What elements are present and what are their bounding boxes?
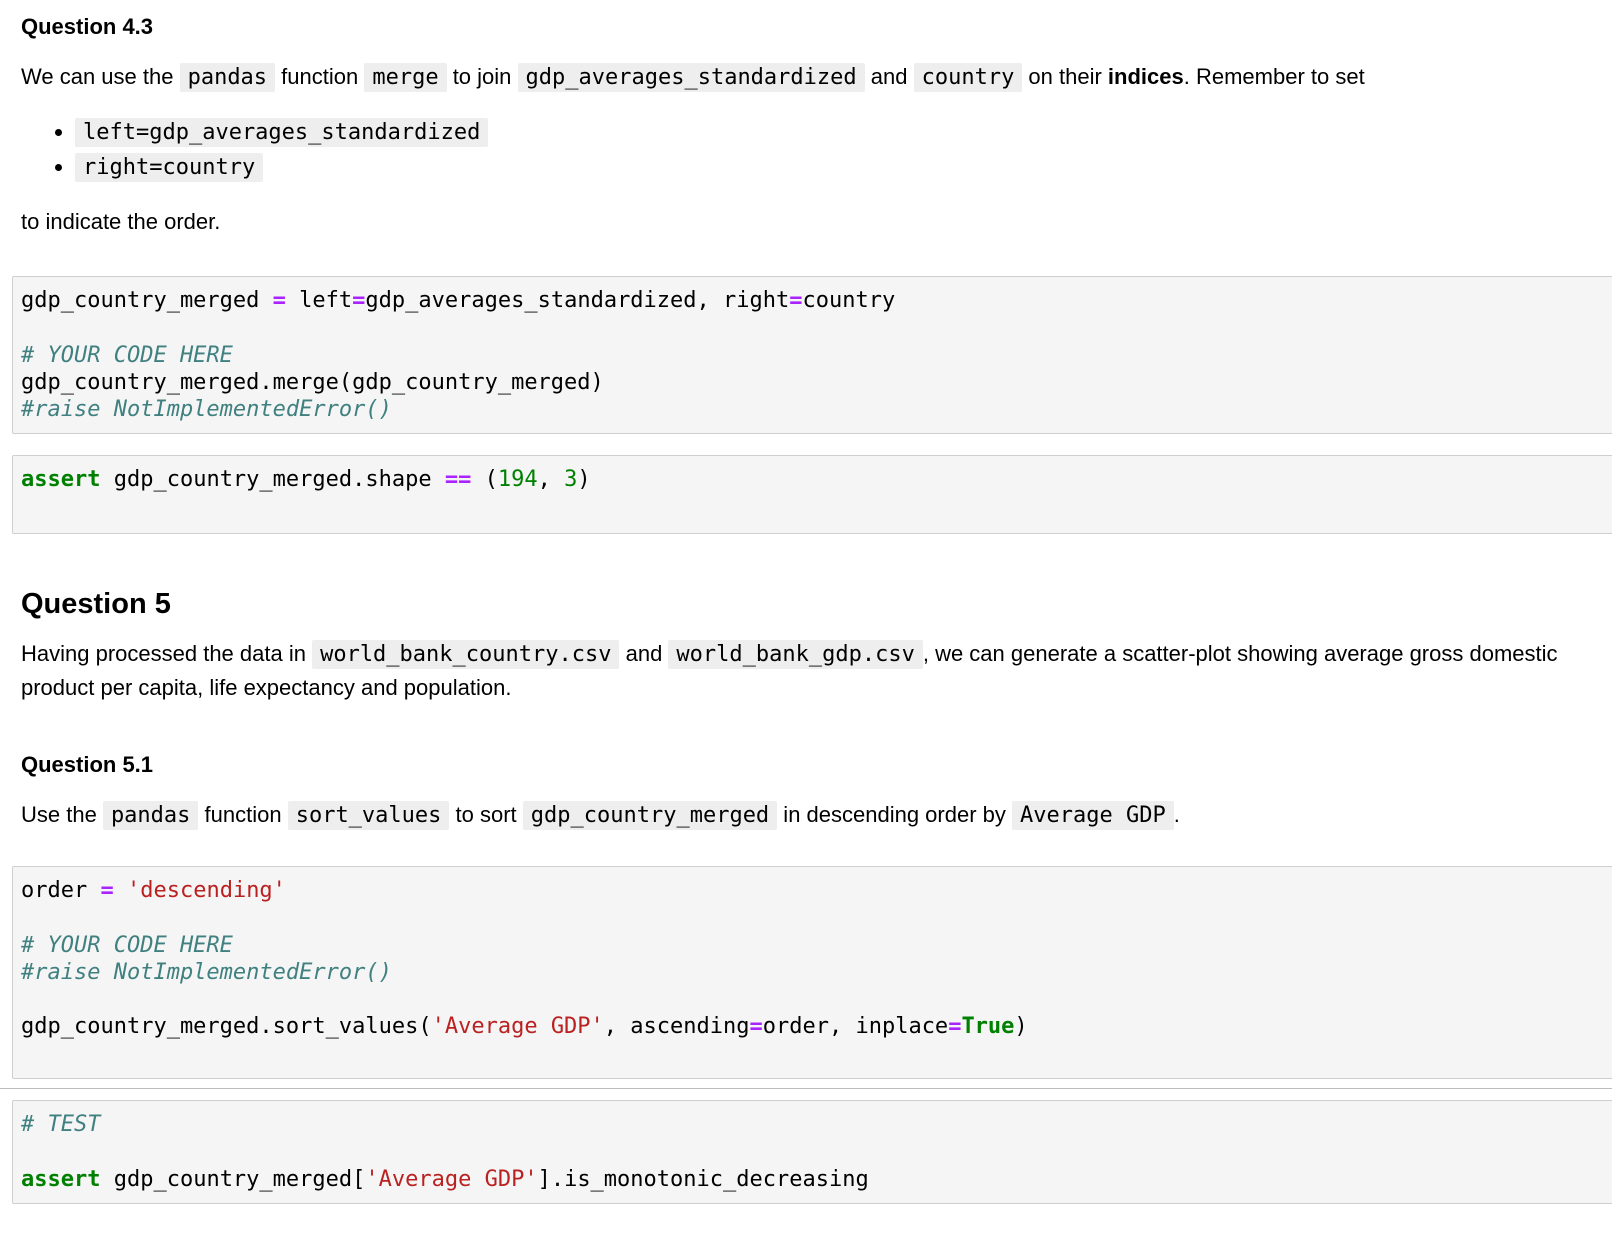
code-token: , — [537, 467, 565, 492]
inline-code-gdp-country-merged: gdp_country_merged — [522, 801, 778, 830]
code-keyword: assert — [21, 467, 101, 492]
code-comment: # YOUR CODE HERE — [21, 932, 233, 958]
inline-code-pandas: pandas — [179, 63, 276, 92]
markdown-cell-q51[interactable]: Question 5.1 Use the pandas function sor… — [21, 750, 1612, 833]
code-editor[interactable]: assert gdp_country_merged.shape == (194,… — [13, 456, 1612, 493]
code-operator: = — [948, 1014, 962, 1040]
paragraph-scatter-plot: Having processed the data in world_bank_… — [21, 637, 1611, 704]
code-string: 'Average GDP' — [431, 1014, 604, 1040]
text: . Remember to set — [1183, 64, 1365, 89]
notebook: Question 4.3 We can use the pandas funct… — [0, 0, 1612, 1240]
code-editor[interactable]: order = 'descending' # YOUR CODE HERE #r… — [13, 867, 1612, 1041]
code-operator: = — [272, 288, 286, 313]
code-operator: = — [100, 878, 114, 903]
paragraph-order-note: to indicate the order. — [21, 209, 221, 234]
code-comment: # YOUR CODE HERE — [21, 342, 233, 368]
code-cell-test[interactable]: # TEST assert gdp_country_merged['Averag… — [12, 1100, 1612, 1204]
inline-code-merge: merge — [364, 63, 447, 92]
inline-code-pandas: pandas — [102, 801, 199, 830]
text: and — [619, 641, 669, 666]
code-token: gdp_averages_standardized, right — [365, 288, 790, 313]
heading-question-4-3: Question 4.3 — [21, 14, 154, 39]
paragraph-merge-instructions: We can use the pandas function merge to … — [21, 60, 1612, 95]
code-token: gdp_country_merged.shape — [100, 467, 445, 492]
code-token: ) — [1014, 1014, 1028, 1040]
code-token: order — [21, 878, 101, 903]
code-operator: = — [789, 288, 803, 313]
text: function — [198, 802, 288, 827]
code-comment: #raise NotImplementedError() — [21, 959, 392, 985]
code-operator: = — [749, 1014, 763, 1040]
code-string: 'descending' — [126, 878, 286, 903]
code-token: , ascending — [603, 1014, 750, 1040]
code-comment: #raise NotImplementedError() — [21, 397, 392, 423]
code-editor[interactable]: gdp_country_merged = left=gdp_averages_s… — [13, 277, 1612, 423]
code-editor[interactable]: # TEST assert gdp_country_merged['Averag… — [13, 1101, 1612, 1193]
heading-question-5-1: Question 5.1 — [21, 752, 154, 777]
inline-code-sort-values: sort_values — [287, 801, 450, 830]
code-keyword: True — [961, 1014, 1015, 1040]
code-token: ].is_monotonic_decreasing — [537, 1166, 869, 1192]
code-token: gdp_country_merged.sort_values( — [21, 1014, 432, 1040]
code-token: left — [285, 288, 353, 313]
code-token: gdp_country_merged — [21, 288, 273, 313]
code-token: ( — [471, 467, 498, 492]
text: to join — [446, 64, 518, 89]
bullet-list: left=gdp_averages_standardized right=cou… — [21, 115, 1612, 185]
code-cell-sort[interactable]: order = 'descending' # YOUR CODE HERE #r… — [12, 866, 1612, 1079]
code-line: gdp_country_merged.merge(gdp_country_mer… — [21, 369, 604, 395]
code-operator: == — [444, 467, 472, 492]
inline-code-right: right=country — [75, 153, 264, 182]
code-number: 194 — [497, 467, 538, 492]
code-token: order, inplace — [762, 1014, 949, 1040]
code-keyword: assert — [21, 1166, 101, 1192]
text: function — [275, 64, 365, 89]
cell-divider — [0, 1088, 1612, 1089]
code-number: 3 — [564, 467, 578, 492]
code-operator: = — [352, 288, 366, 313]
code-token: ) — [577, 467, 591, 492]
text: on their — [1022, 64, 1108, 89]
code-cell-assert-shape[interactable]: assert gdp_country_merged.shape == (194,… — [12, 455, 1612, 534]
markdown-cell-q5[interactable]: Question 5 Having processed the data in … — [21, 586, 1612, 704]
text: Having processed the data in — [21, 641, 313, 666]
code-token: gdp_country_merged[ — [100, 1166, 366, 1192]
heading-question-5: Question 5 — [21, 588, 171, 620]
code-string: 'Average GDP' — [365, 1166, 538, 1192]
code-token: country — [802, 288, 896, 313]
text: and — [864, 64, 914, 89]
inline-code-gdp-averages: gdp_averages_standardized — [517, 63, 865, 92]
inline-code-average-gdp: Average GDP — [1012, 801, 1174, 830]
list-item: left=gdp_averages_standardized — [75, 115, 1612, 150]
inline-code-gdp-csv: world_bank_gdp.csv — [668, 640, 923, 669]
text: Use the — [21, 802, 103, 827]
text: in descending order by — [777, 802, 1013, 827]
text: . — [1173, 802, 1180, 827]
list-item: right=country — [75, 150, 1612, 185]
markdown-cell-q43[interactable]: Question 4.3 We can use the pandas funct… — [21, 12, 1612, 239]
text: to sort — [449, 802, 523, 827]
inline-code-country-csv: world_bank_country.csv — [312, 640, 620, 669]
inline-code-left: left=gdp_averages_standardized — [75, 118, 489, 147]
text: We can use the — [21, 64, 180, 89]
code-comment: # TEST — [21, 1112, 101, 1137]
inline-code-country: country — [913, 63, 1023, 92]
paragraph-sort-instructions: Use the pandas function sort_values to s… — [21, 798, 1612, 833]
code-cell-merge[interactable]: gdp_country_merged = left=gdp_averages_s… — [12, 276, 1612, 434]
bold-indices: indices — [1107, 64, 1184, 89]
